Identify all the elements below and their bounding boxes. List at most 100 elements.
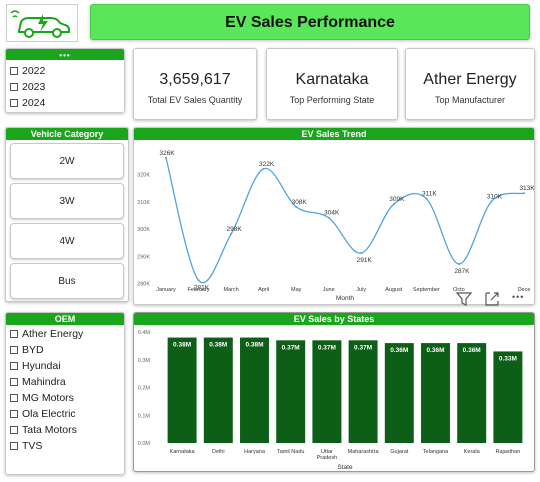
sales-trend-plot: 320K310K300K290K280K326K281K298K322K308K…: [137, 150, 534, 302]
category-button-2w[interactable]: 2W: [10, 143, 124, 179]
data-label: 0.36M: [426, 347, 444, 354]
bar[interactable]: [348, 340, 378, 443]
category-button-3w[interactable]: 3W: [10, 183, 124, 219]
kpi-label: Total EV Sales Quantity: [147, 95, 243, 105]
data-point[interactable]: [523, 192, 525, 195]
data-point[interactable]: [490, 200, 493, 203]
year-option[interactable]: 2023: [10, 81, 45, 93]
checkbox-icon[interactable]: [10, 442, 18, 450]
checkbox-icon[interactable]: [10, 378, 18, 386]
x-tick-label: Karnataka: [170, 449, 196, 455]
oem-option-label: Mahindra: [22, 376, 66, 388]
series-line[interactable]: [165, 157, 525, 284]
y-tick-label: 320K: [137, 173, 150, 179]
data-label: 310K: [487, 193, 503, 200]
oem-option[interactable]: MG Motors: [10, 392, 74, 404]
bar[interactable]: [457, 343, 487, 443]
checkbox-icon[interactable]: [10, 394, 18, 402]
oem-header: OEM: [6, 313, 124, 325]
bar[interactable]: [203, 337, 233, 443]
x-tick-label: September: [413, 287, 440, 293]
oem-option-label: Hyundai: [22, 360, 61, 372]
bar[interactable]: [384, 343, 414, 443]
data-point[interactable]: [165, 156, 167, 159]
data-label: 313K: [519, 185, 534, 192]
year-option[interactable]: 2024: [10, 97, 45, 109]
year-option[interactable]: 2022: [10, 65, 45, 77]
x-tick-label: July: [356, 287, 366, 293]
oem-option-label: Tata Motors: [22, 424, 77, 436]
checkbox-icon[interactable]: [10, 83, 18, 91]
kpi-value: Ather Energy: [423, 71, 517, 88]
x-tick-label: February: [188, 287, 210, 293]
vehicle-category-slicer: Vehicle Category 2W 3W 4W Bus: [5, 127, 129, 302]
data-label: 0.38M: [245, 342, 263, 349]
bar[interactable]: [240, 337, 269, 443]
more-options-icon[interactable]: •••: [512, 292, 524, 302]
y-tick-label: 310K: [137, 200, 150, 206]
checkbox-icon[interactable]: [10, 426, 18, 434]
data-label: 298K: [226, 226, 242, 233]
oem-option[interactable]: TVS: [10, 440, 42, 452]
oem-option[interactable]: Ather Energy: [10, 328, 83, 340]
data-point[interactable]: [197, 279, 200, 282]
year-slicer-header: •••: [6, 49, 124, 60]
bar[interactable]: [167, 337, 197, 443]
chart-title: EV Sales Trend: [134, 128, 534, 140]
x-tick-label: Uttar Pradesh: [317, 449, 338, 461]
sales-by-state-chart: EV Sales by States 0.4M 0.3M 0.2M 0.1M 0.0M 0…: [133, 312, 535, 472]
oem-option-label: Ola Electric: [22, 408, 76, 420]
oem-option[interactable]: Mahindra: [10, 376, 66, 388]
page-title: EV Sales Performance: [90, 4, 530, 40]
filter-icon[interactable]: [455, 292, 473, 306]
sales-trend-chart: EV Sales Trend 320K 310K 300K 290K 280K 326K 2…: [133, 127, 535, 305]
checkbox-icon[interactable]: [10, 67, 18, 75]
x-tick-label: Telangana: [423, 449, 449, 455]
data-label: 0.38M: [209, 342, 227, 349]
bar[interactable]: [312, 340, 342, 443]
x-tick-label: January: [156, 287, 176, 293]
oem-option-label: Ather Energy: [22, 328, 84, 340]
data-point[interactable]: [425, 197, 428, 200]
checkbox-icon[interactable]: [10, 330, 18, 338]
data-label: 291K: [357, 257, 373, 264]
data-point[interactable]: [360, 252, 363, 255]
oem-option[interactable]: Hyundai: [10, 360, 61, 372]
bar[interactable]: [276, 340, 306, 443]
data-point[interactable]: [457, 262, 460, 265]
data-label: 287K: [454, 268, 470, 275]
checkbox-icon[interactable]: [10, 99, 18, 107]
checkbox-icon[interactable]: [10, 346, 18, 354]
data-point[interactable]: [295, 205, 298, 208]
data-point[interactable]: [230, 233, 233, 236]
checkbox-icon[interactable]: [10, 362, 18, 370]
kpi-label: Top Manufacturer: [434, 95, 506, 105]
data-label: 0.37M: [282, 344, 300, 351]
x-tick-label: August: [385, 287, 403, 293]
data-label: 0.36M: [390, 347, 408, 354]
data-point[interactable]: [262, 167, 265, 170]
data-label: 304K: [324, 210, 340, 217]
data-label: 0.38M: [173, 342, 191, 349]
y-tick-label: 0.0M: [138, 441, 151, 447]
oem-option-label: MG Motors: [22, 392, 74, 404]
category-button-bus[interactable]: Bus: [10, 263, 124, 299]
x-axis-title: State: [337, 464, 353, 471]
bar[interactable]: [421, 343, 450, 443]
data-point[interactable]: [327, 216, 330, 219]
oem-slicer: OEM Ather Energy BYD Hyundai Mahindra MG Mot…: [5, 312, 125, 475]
oem-option[interactable]: Ola Electric: [10, 408, 76, 420]
y-tick-label: 0.2M: [138, 386, 151, 392]
oem-option[interactable]: Tata Motors: [10, 424, 77, 436]
data-label: 326K: [159, 150, 175, 157]
category-button-4w[interactable]: 4W: [10, 223, 124, 259]
focus-mode-icon[interactable]: [485, 292, 499, 306]
data-label: 322K: [259, 161, 275, 168]
bar[interactable]: [493, 351, 523, 443]
data-label: 309K: [389, 196, 405, 203]
checkbox-icon[interactable]: [10, 410, 18, 418]
oem-option[interactable]: BYD: [10, 344, 44, 356]
more-options-icon[interactable]: •••: [59, 51, 70, 60]
data-point[interactable]: [392, 203, 395, 206]
kpi-label: Top Performing State: [289, 95, 375, 105]
